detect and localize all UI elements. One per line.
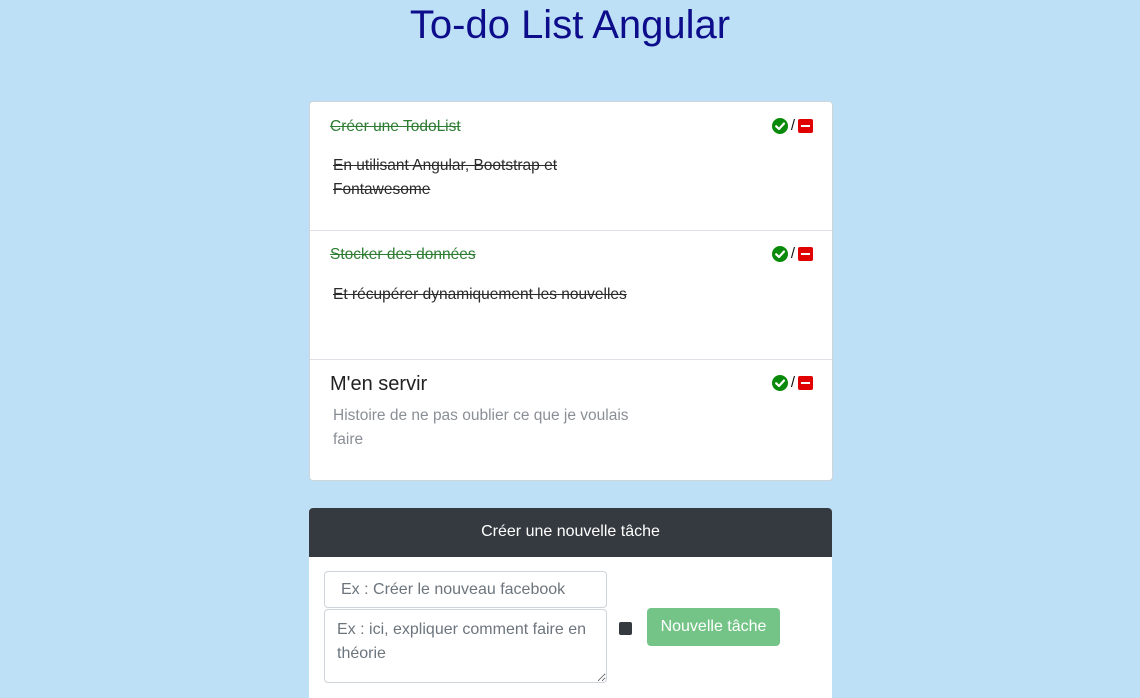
todo-item-actions: / bbox=[771, 374, 813, 391]
minus-square-icon[interactable] bbox=[798, 247, 813, 261]
todo-item-actions: / bbox=[771, 245, 813, 262]
action-separator: / bbox=[790, 117, 795, 134]
todo-item-title: Créer une TodoList bbox=[330, 118, 461, 135]
task-description-input[interactable] bbox=[324, 609, 607, 683]
action-separator: / bbox=[790, 245, 795, 262]
check-circle-icon[interactable] bbox=[771, 246, 788, 262]
todo-item: M'en servir / Histoire de ne pas oublier… bbox=[310, 360, 832, 480]
check-circle-icon[interactable] bbox=[771, 375, 788, 391]
done-checkbox[interactable] bbox=[619, 622, 632, 635]
todo-item-actions: / bbox=[771, 117, 813, 134]
todo-item-title: Stocker des données bbox=[330, 246, 476, 263]
new-task-card: Créer une nouvelle tâche Nouvelle tâche bbox=[309, 508, 832, 698]
todo-item-description: Et récupérer dynamiquement les nouvelles bbox=[333, 286, 627, 303]
todo-item-title: M'en servir bbox=[330, 373, 428, 395]
new-task-button[interactable]: Nouvelle tâche bbox=[647, 608, 780, 646]
todo-item-description: Histoire de ne pas oublier ce que je vou… bbox=[333, 407, 629, 448]
todo-item: Créer une TodoList / En utilisant Angula… bbox=[310, 102, 832, 231]
minus-square-icon[interactable] bbox=[798, 119, 813, 133]
check-circle-icon[interactable] bbox=[771, 118, 788, 134]
task-title-input[interactable] bbox=[324, 571, 607, 608]
new-task-header: Créer une nouvelle tâche bbox=[309, 508, 832, 557]
action-separator: / bbox=[790, 374, 795, 391]
page-title: To-do List Angular bbox=[409, 3, 731, 47]
todo-list: Créer une TodoList / En utilisant Angula… bbox=[309, 101, 833, 481]
minus-square-icon[interactable] bbox=[798, 376, 813, 390]
todo-item: Stocker des données / Et récupérer dynam… bbox=[310, 231, 832, 360]
todo-item-description: En utilisant Angular, Bootstrap et Fonta… bbox=[333, 157, 558, 198]
